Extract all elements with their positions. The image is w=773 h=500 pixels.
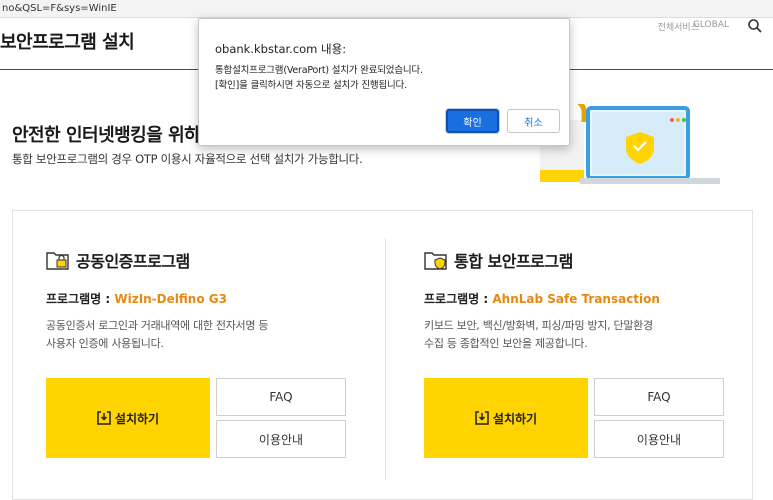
cert-faq-button[interactable]: FAQ [216, 378, 346, 416]
program-description-line: 수집 등 종합적인 보안을 제공합니다. [424, 337, 588, 350]
url-text: no&QSL=F&sys=WinIE [2, 3, 117, 14]
dialog-host: obank.kbstar.com 내용: [215, 42, 347, 56]
cert-guide-button[interactable]: 이용안내 [216, 420, 346, 458]
dialog-cancel-button[interactable]: 취소 [507, 109, 560, 133]
security-install-button[interactable]: 설치하기 [424, 378, 588, 458]
folder-lock-icon [46, 252, 69, 270]
program-name: WizIn-Delfino G3 [114, 292, 227, 306]
global-link[interactable]: GLOBAL [693, 20, 729, 30]
security-faq-button[interactable]: FAQ [594, 378, 724, 416]
dialog-message-line: 통합설치프로그램(VeraPort) 설치가 완료되었습니다. [215, 65, 423, 76]
alert-dialog: obank.kbstar.com 내용: 통합설치프로그램(VeraPort) … [198, 18, 570, 146]
program-label: 프로그램명 : [46, 292, 115, 306]
address-bar[interactable]: no&QSL=F&sys=WinIE [0, 0, 773, 18]
cert-program-title: 공동인증프로그램 [76, 252, 190, 271]
program-description-line: 공동인증서 로그인과 거래내역에 대한 전자서명 등 [46, 319, 269, 332]
security-guide-button[interactable]: 이용안내 [594, 420, 724, 458]
cert-program-column: 공동인증프로그램 프로그램명 : WizIn-Delfino G3 공동인증서 … [46, 248, 356, 353]
search-icon[interactable] [747, 18, 763, 34]
download-icon [97, 411, 111, 425]
security-program-column: 통합 보안프로그램 프로그램명 : AhnLab Safe Transactio… [424, 248, 734, 353]
folder-shield-icon [424, 252, 447, 270]
hero-title: 안전한 인터넷뱅킹을 위하 [12, 125, 201, 146]
program-description-line: 키보드 보안, 백신/방화벽, 피싱/파밍 방지, 단말환경 [424, 319, 653, 332]
cert-install-button[interactable]: 설치하기 [46, 378, 210, 458]
program-name: AhnLab Safe Transaction [492, 292, 660, 306]
dialog-message-line: [확인]을 클릭하시면 자동으로 설치가 진행됩니다. [215, 80, 407, 91]
page-title: 보안프로그램 설치 [0, 32, 135, 53]
dialog-ok-button[interactable]: 확인 [446, 109, 499, 133]
download-icon [475, 411, 489, 425]
hero-subtitle: 통합 보안프로그램의 경우 OTP 이용시 자율적으로 선택 설치가 가능합니다… [12, 152, 363, 166]
program-description-line: 사용자 인증에 사용됩니다. [46, 337, 164, 350]
program-label: 프로그램명 : [424, 292, 493, 306]
column-divider [385, 238, 386, 480]
security-program-title: 통합 보안프로그램 [454, 252, 573, 271]
